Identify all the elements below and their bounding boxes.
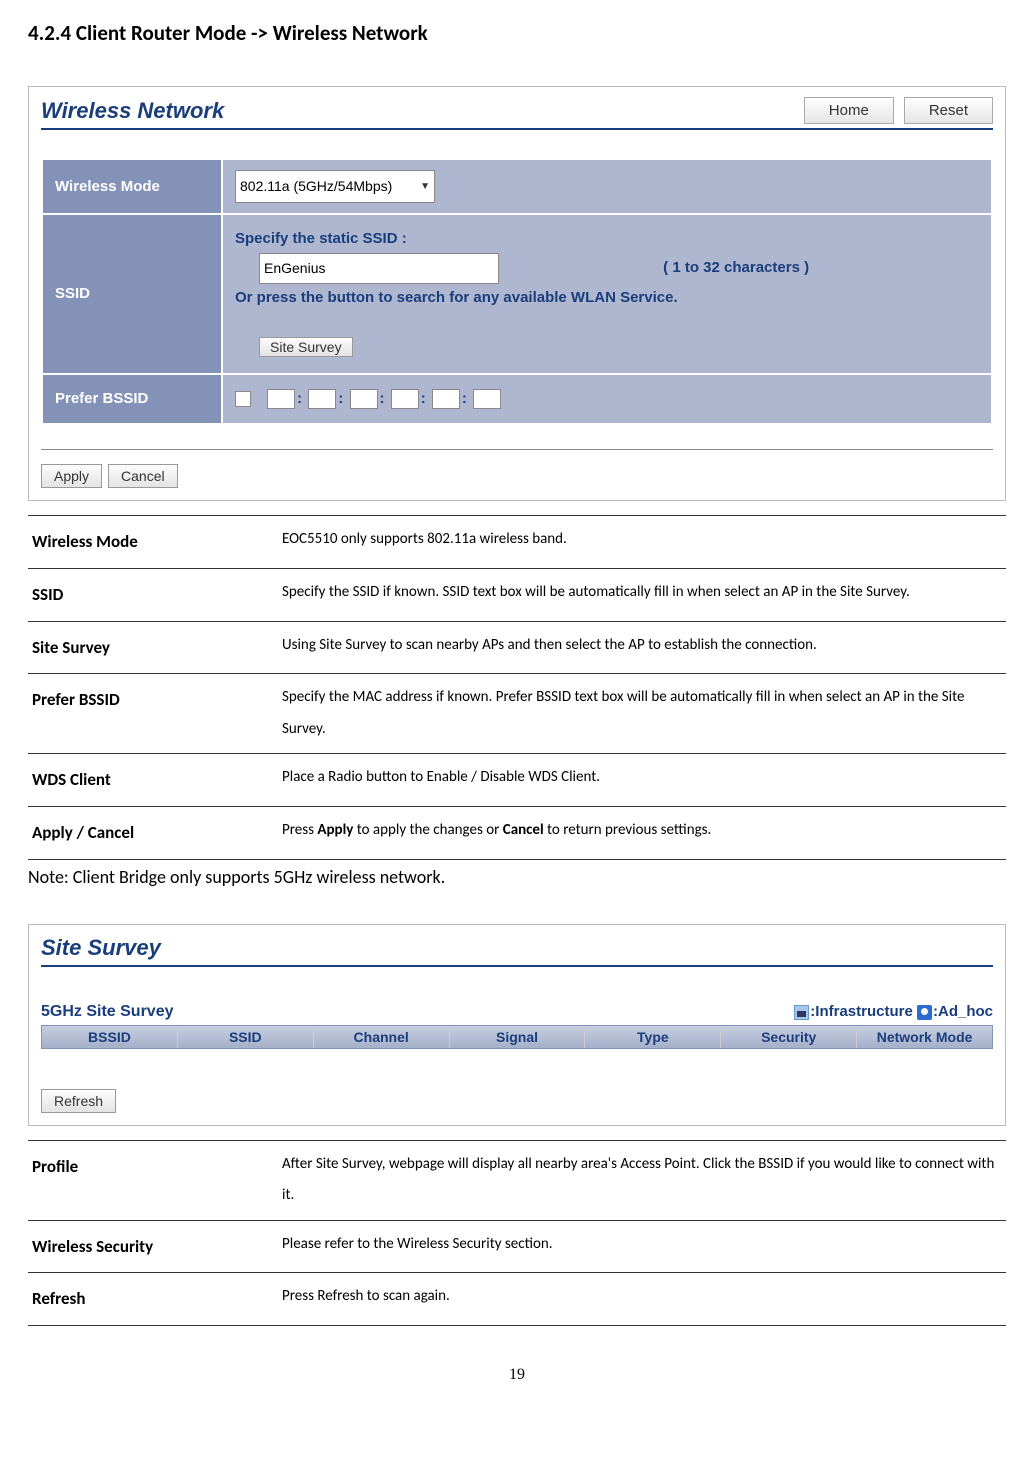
desc-term: Site Survey — [28, 621, 278, 674]
desc-def: Using Site Survey to scan nearby APs and… — [278, 621, 1006, 674]
col-type: Type — [585, 1026, 721, 1048]
panel-header: Wireless Network Home Reset — [41, 97, 993, 130]
note: Note: Client Bridge only supports 5GHz w… — [28, 866, 1006, 888]
site-survey-button[interactable]: Site Survey — [259, 337, 353, 357]
ssid-label: SSID — [42, 214, 222, 374]
bssid-octet-5[interactable] — [432, 389, 460, 409]
survey-column-headers: BSSID SSID Channel Signal Type Security … — [41, 1025, 993, 1049]
bssid-octet-2[interactable] — [308, 389, 336, 409]
col-channel: Channel — [314, 1026, 450, 1048]
wireless-mode-select[interactable]: 802.11a (5GHz/54Mbps) ▼ — [235, 170, 435, 203]
bssid-octet-6[interactable] — [473, 389, 501, 409]
wireless-mode-value: 802.11a (5GHz/54Mbps) — [240, 173, 392, 200]
desc-term: Wireless Security — [28, 1220, 278, 1273]
wireless-network-panel: Wireless Network Home Reset Wireless Mod… — [28, 86, 1006, 501]
desc-def: EOC5510 only supports 802.11a wireless b… — [278, 516, 1006, 569]
bssid-octet-3[interactable] — [350, 389, 378, 409]
adhoc-icon — [917, 1005, 932, 1020]
desc-term: Refresh — [28, 1273, 278, 1326]
chevron-down-icon: ▼ — [420, 177, 430, 196]
reset-button[interactable]: Reset — [904, 97, 993, 124]
panel-title: Site Survey — [41, 935, 993, 967]
ssid-line1: Specify the static SSID : — [235, 225, 979, 254]
survey-subhead: 5GHz Site Survey — [41, 1003, 174, 1021]
cancel-button[interactable]: Cancel — [108, 464, 178, 488]
site-survey-panel: Site Survey 5GHz Site Survey :Infrastruc… — [28, 924, 1006, 1126]
home-button[interactable]: Home — [804, 97, 894, 124]
col-security: Security — [721, 1026, 857, 1048]
infrastructure-icon — [794, 1005, 809, 1020]
desc-term: Apply / Cancel — [28, 806, 278, 859]
desc-term: Prefer BSSID — [28, 674, 278, 754]
desc-term: SSID — [28, 568, 278, 621]
col-signal: Signal — [450, 1026, 586, 1048]
description-table-1: Wireless ModeEOC5510 only supports 802.1… — [28, 515, 1006, 859]
desc-def: Press Refresh to scan again. — [278, 1273, 1006, 1326]
prefer-bssid-label: Prefer BSSID — [42, 374, 222, 425]
page-number: 19 — [28, 1366, 1006, 1384]
apply-button[interactable]: Apply — [41, 464, 102, 488]
desc-def: Place a Radio button to Enable / Disable… — [278, 754, 1006, 807]
desc-def: Press Apply to apply the changes or Canc… — [278, 806, 1006, 859]
bssid-octet-1[interactable] — [267, 389, 295, 409]
ssid-hint: ( 1 to 32 characters ) — [663, 259, 809, 276]
divider — [41, 449, 993, 450]
desc-def: Please refer to the Wireless Security se… — [278, 1220, 1006, 1273]
desc-term: WDS Client — [28, 754, 278, 807]
refresh-button[interactable]: Refresh — [41, 1089, 116, 1113]
survey-legend: :Infrastructure :Ad_hoc — [794, 1003, 993, 1020]
desc-def: Specify the SSID if known. SSID text box… — [278, 568, 1006, 621]
desc-term: Profile — [28, 1140, 278, 1220]
desc-term: Wireless Mode — [28, 516, 278, 569]
wireless-mode-label: Wireless Mode — [42, 159, 222, 214]
desc-def: Specify the MAC address if known. Prefer… — [278, 674, 1006, 754]
section-heading: 4.2.4 Client Router Mode -> Wireless Net… — [28, 20, 1006, 46]
ssid-line2: Or press the button to search for any av… — [235, 284, 979, 313]
col-network-mode: Network Mode — [857, 1026, 992, 1048]
panel-title: Wireless Network — [41, 98, 224, 124]
desc-def: After Site Survey, webpage will display … — [278, 1140, 1006, 1220]
col-bssid: BSSID — [42, 1026, 178, 1048]
bssid-octet-4[interactable] — [391, 389, 419, 409]
ssid-input[interactable]: EnGenius — [259, 253, 499, 284]
col-ssid: SSID — [178, 1026, 314, 1048]
settings-table: Wireless Mode 802.11a (5GHz/54Mbps) ▼ SS… — [41, 158, 993, 425]
prefer-bssid-checkbox[interactable] — [235, 391, 251, 407]
description-table-2: ProfileAfter Site Survey, webpage will d… — [28, 1140, 1006, 1326]
